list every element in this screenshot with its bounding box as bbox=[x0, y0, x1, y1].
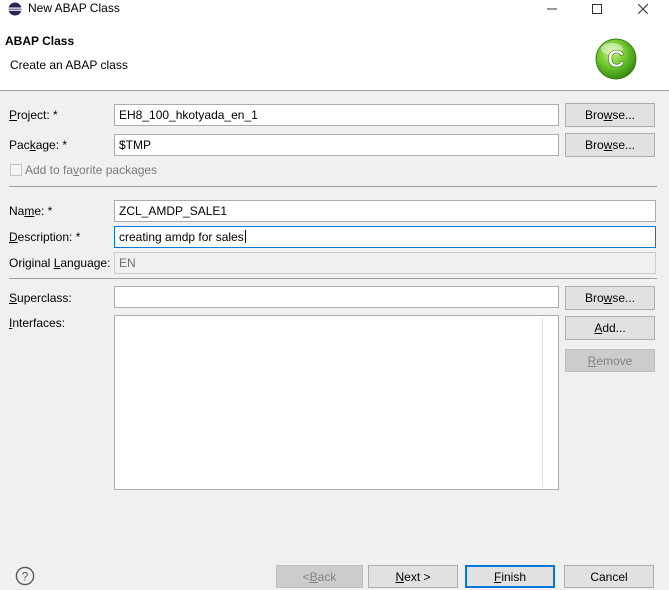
banner-subtitle: Create an ABAP class bbox=[10, 58, 128, 72]
add-to-favorites-checkbox[interactable] bbox=[10, 164, 22, 176]
finish-button[interactable]: Finish bbox=[465, 565, 555, 588]
superclass-field[interactable] bbox=[114, 286, 559, 308]
help-icon[interactable]: ? bbox=[15, 566, 35, 586]
next-button[interactable]: Next > bbox=[368, 565, 458, 588]
remove-interface-button[interactable]: Remove bbox=[565, 349, 655, 372]
interfaces-label: Interfaces: bbox=[9, 316, 66, 330]
original-language-label: Original Language: bbox=[9, 256, 111, 270]
interfaces-list[interactable] bbox=[114, 315, 559, 490]
banner-title: ABAP Class bbox=[5, 34, 75, 48]
add-to-favorites-label: Add to favorite packages bbox=[25, 163, 158, 177]
wizard-banner: ABAP Class Create an ABAP class C bbox=[0, 18, 669, 91]
abap-class-icon: C bbox=[595, 38, 637, 80]
description-field[interactable]: creating amdp for sales bbox=[114, 226, 656, 248]
package-label: Package: * bbox=[9, 138, 68, 152]
package-browse-button[interactable]: Bro w se... bbox=[565, 133, 655, 157]
interfaces-scrollbar[interactable] bbox=[542, 318, 556, 487]
add-interface-button[interactable]: Add... bbox=[565, 316, 655, 340]
project-label: Project: * bbox=[9, 108, 58, 122]
package-field[interactable]: $TMP bbox=[114, 134, 559, 156]
name-field[interactable]: ZCL_AMDP_SALE1 bbox=[114, 200, 656, 222]
superclass-label: Superclass: bbox=[9, 291, 72, 305]
original-language-field: EN bbox=[114, 252, 656, 274]
project-field[interactable]: EH8_100_hkotyada_en_1 bbox=[114, 104, 559, 126]
maximize-icon bbox=[592, 4, 602, 14]
separator bbox=[9, 278, 657, 279]
cancel-button[interactable]: Cancel bbox=[564, 565, 654, 588]
eclipse-icon bbox=[8, 2, 22, 16]
minimize-button[interactable] bbox=[532, 0, 572, 18]
back-button[interactable]: < Back bbox=[276, 565, 363, 588]
title-bar: New ABAP Class bbox=[0, 0, 669, 18]
minimize-icon bbox=[547, 8, 557, 10]
text-caret bbox=[244, 230, 246, 243]
separator bbox=[9, 186, 657, 187]
description-label: Description: * bbox=[9, 230, 81, 244]
class-logo-letter: C bbox=[607, 46, 624, 73]
window-title: New ABAP Class bbox=[28, 1, 120, 15]
superclass-browse-button[interactable]: Bro w se... bbox=[565, 286, 655, 310]
help-symbol: ? bbox=[22, 570, 29, 584]
name-label: Name: * bbox=[9, 204, 53, 218]
close-icon bbox=[638, 4, 648, 14]
maximize-button[interactable] bbox=[577, 0, 617, 18]
project-browse-button[interactable]: Bro w se... bbox=[565, 103, 655, 127]
close-button[interactable] bbox=[623, 0, 663, 18]
